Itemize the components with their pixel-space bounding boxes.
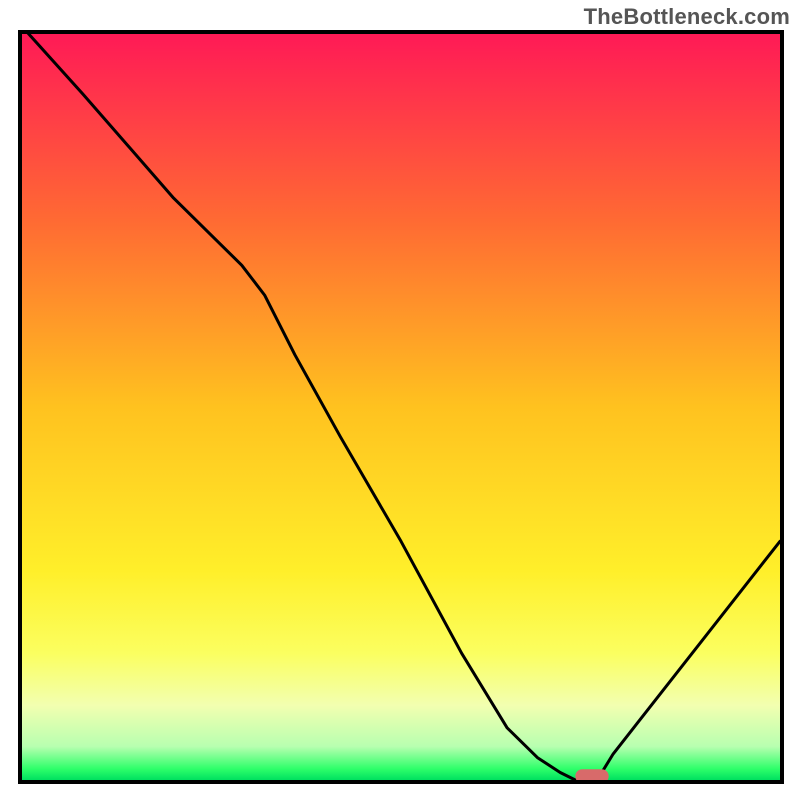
chart-svg <box>22 34 780 780</box>
gradient-background <box>22 34 780 780</box>
plot-inner <box>22 34 780 780</box>
watermark-text: TheBottleneck.com <box>584 4 790 30</box>
chart-container: TheBottleneck.com <box>0 0 800 800</box>
plot-frame <box>18 30 784 784</box>
optimal-marker <box>575 769 608 780</box>
